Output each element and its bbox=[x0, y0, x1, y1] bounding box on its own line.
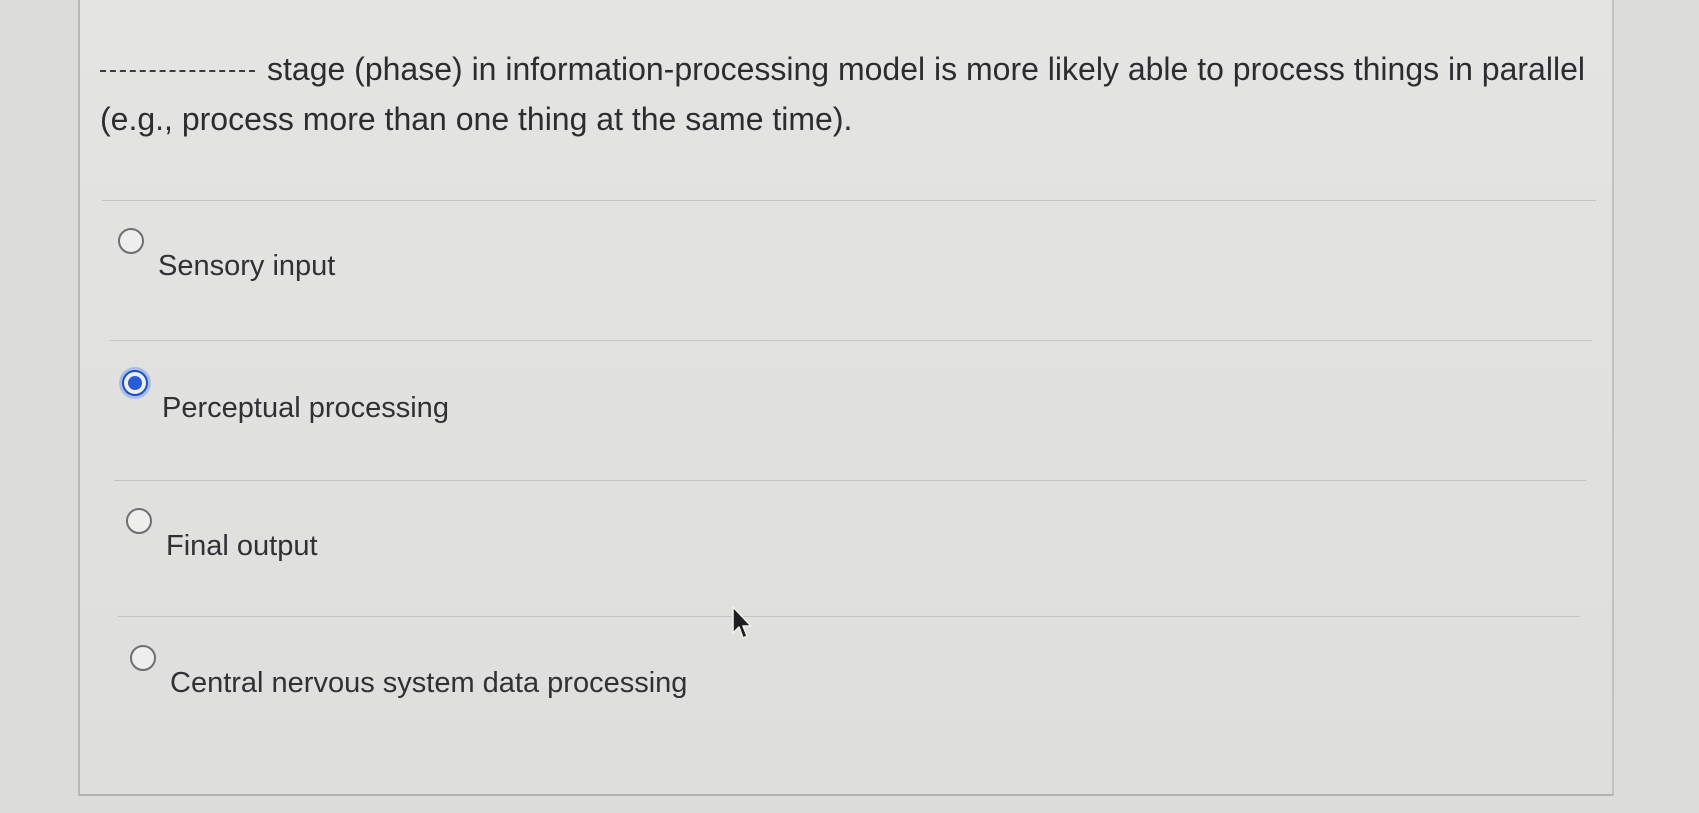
option-perceptual-processing[interactable]: Perceptual processing bbox=[122, 370, 1582, 450]
radio-button-sensory-input[interactable] bbox=[118, 228, 144, 254]
option-label: Central nervous system data processing bbox=[170, 667, 688, 699]
fill-in-blank bbox=[100, 70, 255, 72]
question-text: stage (phase) in information-processing … bbox=[100, 44, 1600, 144]
question-body: stage (phase) in information-processing … bbox=[100, 51, 1585, 137]
mouse-pointer-icon bbox=[732, 606, 752, 639]
radio-button-central-nervous-system[interactable] bbox=[130, 645, 156, 671]
question-divider bbox=[102, 200, 1596, 201]
radio-button-perceptual-processing[interactable] bbox=[122, 370, 148, 396]
option-final-output[interactable]: Final output bbox=[126, 508, 1586, 588]
option-label: Sensory input bbox=[158, 250, 336, 282]
option-label: Final output bbox=[166, 530, 318, 562]
option-sensory-input[interactable]: Sensory input bbox=[118, 228, 1578, 308]
option-divider bbox=[114, 480, 1586, 481]
option-divider bbox=[110, 340, 1592, 341]
option-label: Perceptual processing bbox=[162, 392, 449, 424]
radio-button-final-output[interactable] bbox=[126, 508, 152, 534]
question-card: stage (phase) in information-processing … bbox=[78, 0, 1614, 796]
option-divider bbox=[118, 616, 1580, 617]
option-central-nervous-system[interactable]: Central nervous system data processing bbox=[130, 645, 1590, 725]
